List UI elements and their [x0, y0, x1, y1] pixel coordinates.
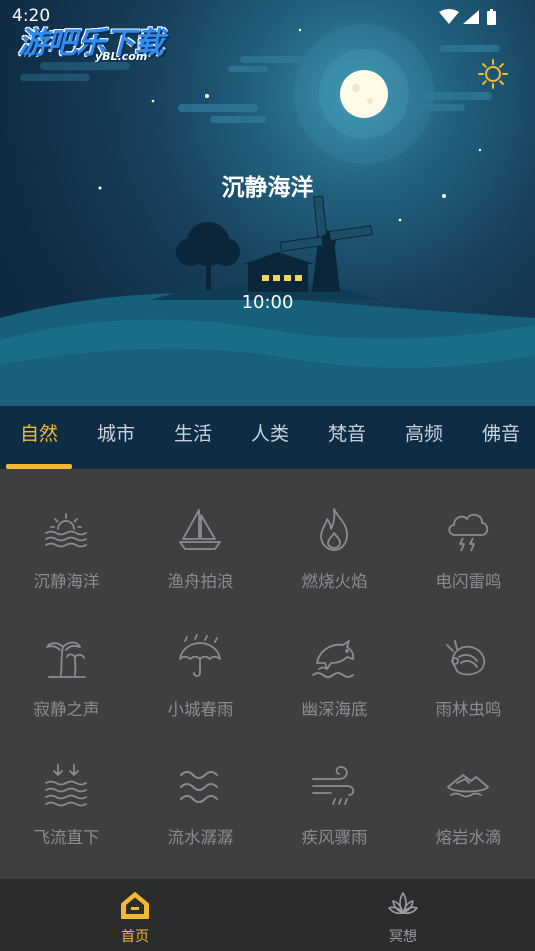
wifi-icon: [439, 9, 459, 24]
sound-item-burning-fire[interactable]: 燃烧火焰: [268, 469, 401, 597]
nav-meditate[interactable]: 冥想: [353, 879, 453, 951]
sound-item-town-spring-rain[interactable]: 小城春雨: [134, 597, 267, 725]
sound-label: 小城春雨: [167, 700, 234, 719]
sound-grid: 沉静海洋 渔舟拍浪 燃烧火焰 电闪雷鸣 寂静之声 小城春雨 幽深海底 雨林虫鸣 …: [0, 469, 535, 879]
tab-nature[interactable]: 自然: [6, 406, 72, 469]
nav-home-label: 首页: [121, 929, 149, 945]
palm-tree-icon: [46, 641, 86, 678]
lotus-icon: [388, 892, 418, 915]
moon: [340, 70, 388, 118]
sound-item-fishing-boat[interactable]: 渔舟拍浪: [134, 469, 267, 597]
nav-meditate-label: 冥想: [389, 929, 417, 945]
sound-item-flowing-water[interactable]: 流水潺潺: [134, 725, 267, 853]
bottom-navigation: 首页 冥想: [0, 879, 535, 951]
thunder-cloud-icon: [448, 513, 489, 552]
sunrise-sea-icon: [45, 513, 87, 548]
sound-label: 渔舟拍浪: [167, 572, 234, 591]
sound-item-gale-rain[interactable]: 疾风骤雨: [268, 725, 401, 853]
tab-human[interactable]: 人类: [237, 406, 303, 469]
waterfall-icon: [45, 764, 87, 807]
nav-home[interactable]: 首页: [85, 879, 185, 951]
sound-item-waterfall[interactable]: 飞流直下: [0, 725, 133, 853]
hero-banner: 4:20 游吧乐下载 yBL.com 沉静海洋 10:00: [0, 0, 535, 406]
sound-item-deep-sea[interactable]: 幽深海底: [268, 597, 401, 725]
tab-city[interactable]: 城市: [83, 406, 149, 469]
status-icons: [439, 9, 496, 25]
tab-sanskrit[interactable]: 梵音: [314, 406, 380, 469]
flowing-water-icon: [180, 771, 218, 803]
sound-label: 幽深海底: [301, 700, 368, 719]
current-sound-title: 沉静海洋: [221, 175, 314, 201]
sailboat-icon: [179, 509, 221, 550]
dolphin-icon: [312, 640, 355, 678]
tab-buddhist-music[interactable]: 佛音: [468, 406, 534, 469]
insect-icon: [446, 640, 486, 676]
umbrella-rain-icon: [179, 634, 221, 677]
category-tabs: 自然 城市 生活 人类 梵音 高频 佛音: [0, 406, 535, 469]
sound-label: 电闪雷鸣: [435, 572, 502, 591]
watermark-subtext: yBL.com: [95, 50, 148, 63]
timer-display[interactable]: 10:00: [0, 292, 535, 313]
battery-icon: [487, 11, 496, 25]
flame-icon: [320, 508, 348, 551]
sun-icon[interactable]: [477, 58, 509, 90]
signal-icon: [463, 10, 479, 24]
sound-label: 沉静海洋: [33, 572, 100, 591]
wind-rain-icon: [312, 766, 355, 805]
sound-label: 飞流直下: [33, 828, 100, 847]
lava-drop-icon: [447, 774, 489, 798]
tab-high-frequency[interactable]: 高频: [391, 406, 457, 469]
sound-item-thunder-lightning[interactable]: 电闪雷鸣: [402, 469, 535, 597]
sound-item-rainforest-insects[interactable]: 雨林虫鸣: [402, 597, 535, 725]
sound-item-silent-voice[interactable]: 寂静之声: [0, 597, 133, 725]
sound-label: 雨林虫鸣: [435, 700, 502, 719]
home-icon: [121, 892, 149, 919]
sound-label: 熔岩水滴: [435, 828, 502, 847]
sound-label: 燃烧火焰: [301, 572, 368, 591]
sound-item-lava-droplet[interactable]: 熔岩水滴: [402, 725, 535, 853]
tab-life[interactable]: 生活: [160, 406, 226, 469]
sound-item-calm-ocean[interactable]: 沉静海洋: [0, 469, 133, 597]
sound-label: 寂静之声: [33, 700, 100, 719]
sound-label: 疾风骤雨: [301, 828, 368, 847]
sound-label: 流水潺潺: [167, 828, 234, 847]
